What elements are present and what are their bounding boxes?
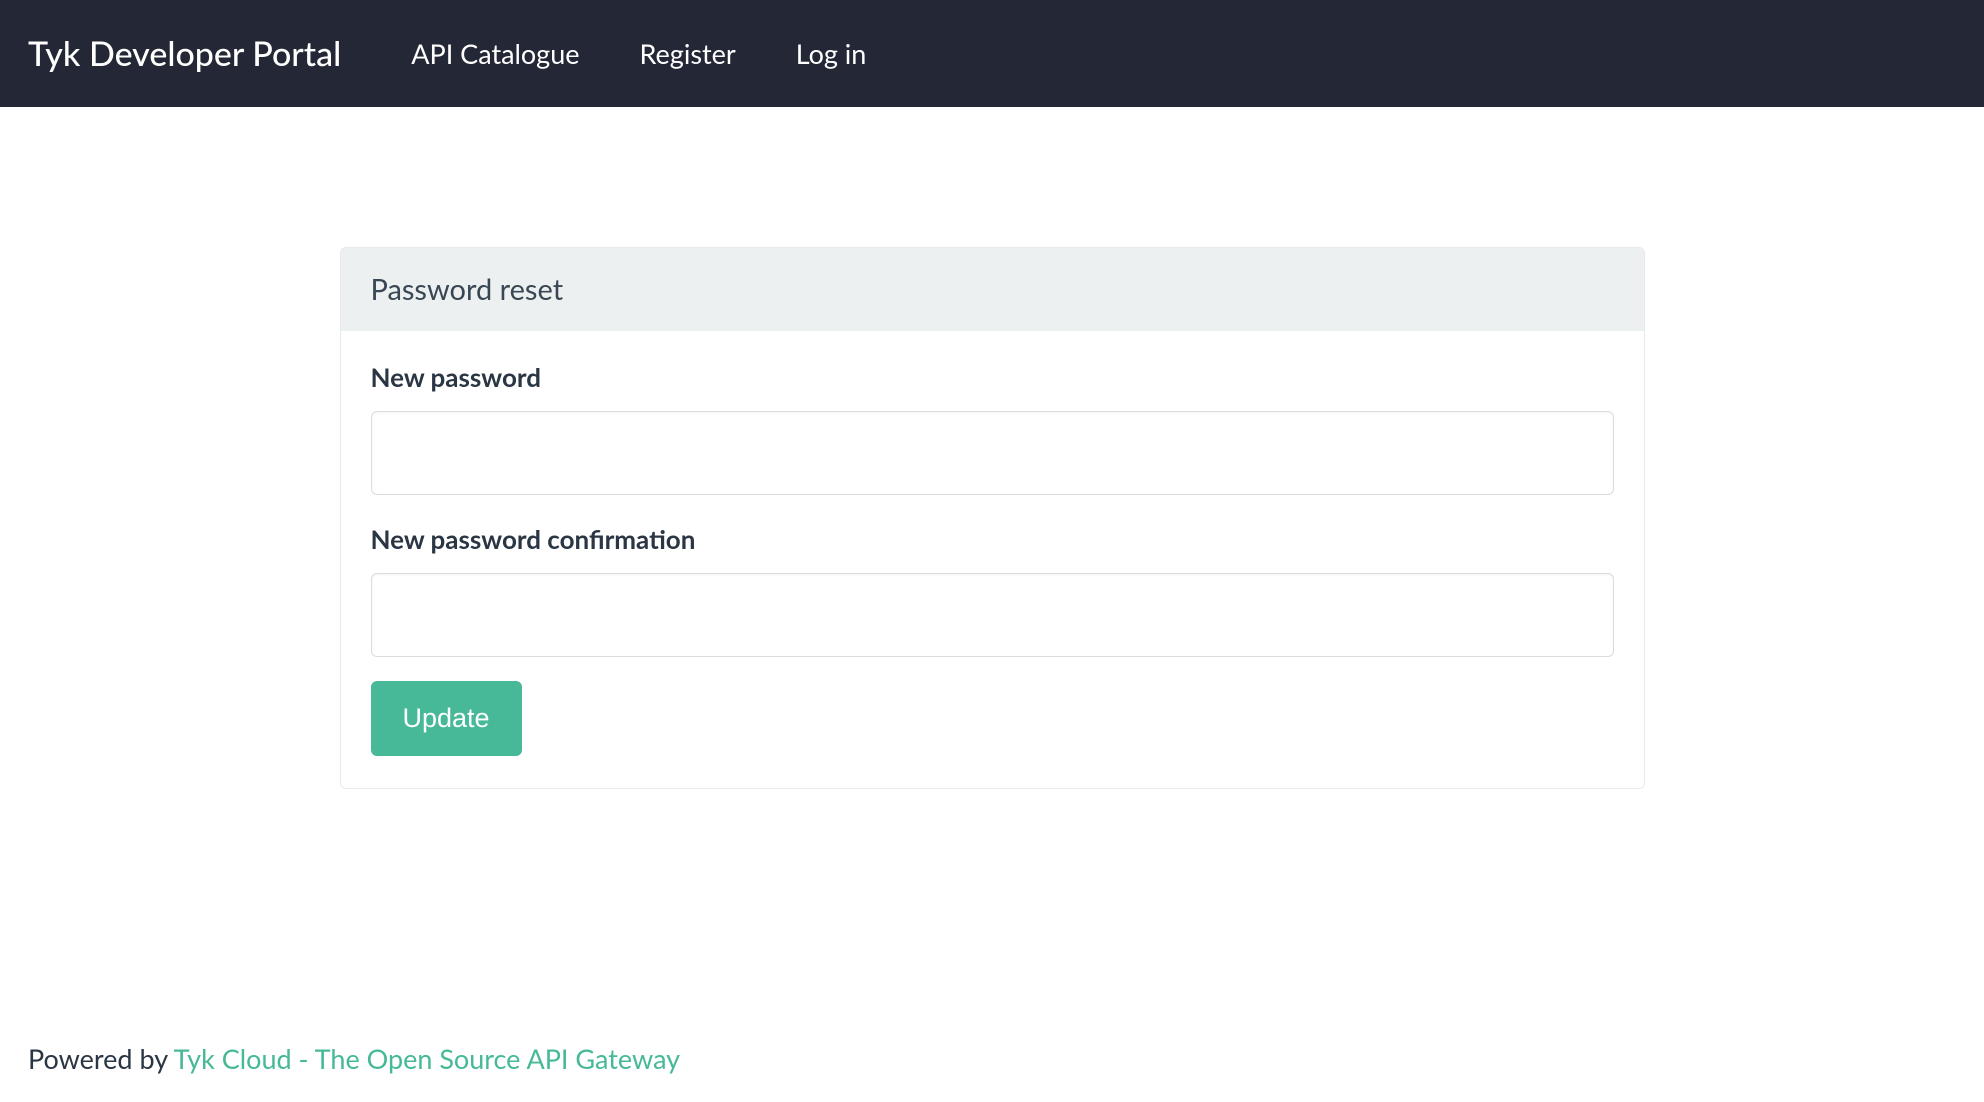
confirm-password-group: New password confirmation — [371, 523, 1614, 657]
confirm-password-label: New password confirmation — [371, 523, 1614, 555]
new-password-label: New password — [371, 361, 1614, 393]
main-container: Password reset New password New password… — [340, 247, 1645, 789]
confirm-password-input[interactable] — [371, 573, 1614, 657]
nav-login[interactable]: Log in — [766, 37, 897, 70]
password-reset-panel: Password reset New password New password… — [340, 247, 1645, 789]
nav-register[interactable]: Register — [610, 37, 766, 70]
panel-title: Password reset — [341, 248, 1644, 331]
new-password-input[interactable] — [371, 411, 1614, 495]
footer: Powered by Tyk Cloud - The Open Source A… — [28, 1042, 680, 1075]
update-button[interactable]: Update — [371, 681, 522, 756]
new-password-group: New password — [371, 361, 1614, 495]
brand-title[interactable]: Tyk Developer Portal — [28, 33, 341, 74]
footer-prefix: Powered by — [28, 1042, 174, 1075]
navbar: Tyk Developer Portal API Catalogue Regis… — [0, 0, 1984, 107]
panel-body: New password New password confirmation U… — [341, 331, 1644, 788]
nav-api-catalogue[interactable]: API Catalogue — [381, 37, 609, 70]
footer-link[interactable]: Tyk Cloud - The Open Source API Gateway — [174, 1042, 681, 1075]
